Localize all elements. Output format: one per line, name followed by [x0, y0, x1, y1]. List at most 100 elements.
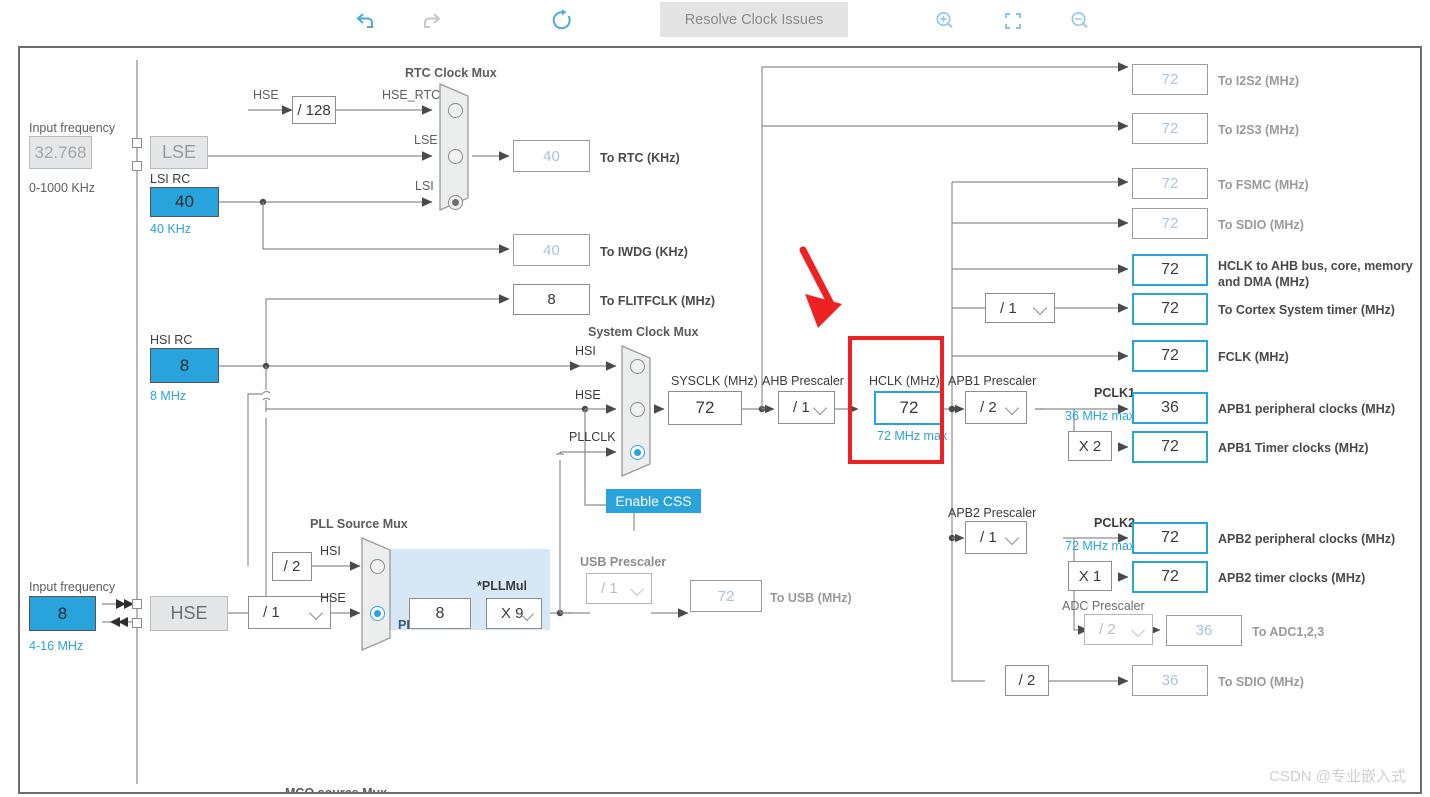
output-to-sdio-bottom-label: To SDIO (MHz) [1218, 675, 1304, 689]
redo-button[interactable] [415, 4, 449, 38]
output-to-iwdg-field[interactable]: 40 [513, 234, 590, 266]
rtc-mux-option-lse[interactable] [448, 149, 463, 164]
pll-input-value: 8 [435, 604, 445, 622]
rtc-lsi-label: LSI [415, 179, 434, 193]
hsi-unit-label: 8 MHz [150, 389, 187, 403]
usb-prescaler-select[interactable]: / 1 [586, 573, 652, 604]
output-to-adc-value: 36 [1195, 622, 1213, 639]
adc-prescaler-select[interactable]: / 2 [1084, 614, 1153, 645]
ahb-prescaler-title: AHB Prescaler [762, 374, 844, 388]
output-fclk-value: 72 [1161, 347, 1179, 364]
output-to-sdio-bottom-field[interactable]: 36 [1132, 665, 1208, 696]
reset-button[interactable] [545, 4, 579, 38]
hsi-value-field[interactable]: 8 [150, 348, 219, 383]
system-mux-option-pllclk[interactable] [630, 445, 645, 460]
output-apb2-timer-field[interactable]: 72 [1132, 561, 1208, 593]
ahb-prescaler-select[interactable]: / 1 [778, 391, 835, 424]
pll-mux-hse-label: HSE [320, 591, 346, 605]
zoom-out-button[interactable] [1063, 4, 1097, 38]
output-apb2-peripheral-field[interactable]: 72 [1132, 522, 1208, 554]
output-hclk-ahb-value: 72 [1161, 261, 1179, 278]
output-to-fsmc-field[interactable]: 72 [1132, 168, 1208, 199]
lsi-value: 40 [175, 192, 194, 211]
apb1-prescaler-select[interactable]: / 2 [965, 391, 1027, 424]
hse-block-label: HSE [170, 603, 208, 623]
output-to-iwdg-label: To IWDG (KHz) [600, 245, 688, 259]
pll-input-field[interactable]: 8 [409, 598, 471, 629]
apb1-prescaler-value: / 2 [980, 399, 997, 416]
pll-hsi-divider: / 2 [272, 552, 312, 581]
lse-block-label: LSE [161, 142, 197, 162]
rtc-lse-label: LSE [414, 133, 438, 147]
hse-input-frequency-field[interactable]: 8 [29, 596, 96, 631]
undo-button[interactable] [348, 4, 382, 38]
lse-pin-top[interactable] [132, 138, 142, 148]
output-apb1-peripheral-value: 36 [1161, 399, 1179, 416]
output-to-rtc-field[interactable]: 40 [513, 140, 590, 172]
watermark-text: CSDN @专业嵌入式 [1269, 768, 1406, 785]
output-to-flitfclk-field[interactable]: 8 [513, 284, 590, 315]
output-to-adc-field[interactable]: 36 [1166, 615, 1242, 646]
apb2-prescaler-value: / 1 [980, 529, 997, 546]
output-cortex-systimer-value: 72 [1161, 300, 1179, 317]
rtc-mux-option-lsi[interactable] [448, 195, 463, 210]
apb1-max-label: 36 MHz max [1065, 409, 1136, 423]
lse-range-label: 0-1000 KHz [29, 181, 96, 195]
hse-block[interactable]: HSE [150, 596, 228, 631]
apb2-prescaler-select[interactable]: / 1 [965, 521, 1027, 554]
hse-pin-bottom[interactable] [132, 618, 142, 628]
apb1-timer-multiplier-value: X 2 [1078, 437, 1102, 455]
pllmul-select[interactable]: X 9 [486, 598, 542, 629]
lsi-value-field[interactable]: 40 [150, 187, 219, 217]
chevron-down-icon [1032, 300, 1048, 316]
lsi-unit-label: 40 KHz [150, 222, 191, 236]
pll-hsi-divider-value: / 2 [283, 558, 301, 575]
output-to-i2s2-field[interactable]: 72 [1132, 64, 1208, 95]
lse-block[interactable]: LSE [150, 136, 208, 169]
output-apb1-timer-label: APB1 Timer clocks (MHz) [1218, 441, 1369, 455]
sysclk-title: SYSCLK (MHz) [671, 374, 758, 388]
output-fclk-field[interactable]: 72 [1132, 340, 1208, 372]
lse-pin-bottom[interactable] [132, 161, 142, 171]
adc-prescaler-title: ADC Prescaler [1062, 599, 1145, 613]
lse-input-frequency-field[interactable]: 32.768 [29, 136, 92, 169]
output-to-i2s3-value: 72 [1161, 120, 1179, 137]
fit-to-screen-button[interactable] [996, 4, 1030, 38]
sdio-bottom-divider-value: / 2 [1018, 672, 1036, 689]
zoom-out-icon [1071, 12, 1088, 29]
enable-css-button[interactable]: Enable CSS [606, 489, 701, 513]
pll-mux-option-hse[interactable] [370, 606, 385, 621]
reset-icon [552, 9, 571, 30]
output-apb1-peripheral-label: APB1 peripheral clocks (MHz) [1218, 402, 1396, 416]
output-to-flitfclk-value: 8 [547, 291, 556, 308]
resolve-clock-issues-button[interactable]: Resolve Clock Issues [660, 2, 848, 37]
hse-pin-top[interactable] [132, 599, 142, 609]
chevron-down-icon [1130, 622, 1146, 637]
rtc-clock-mux[interactable] [438, 82, 478, 212]
clock-configuration-canvas[interactable]: Input frequency 32.768 0-1000 KHz LSE LS… [18, 46, 1422, 794]
output-apb1-peripheral-field[interactable]: 36 [1132, 392, 1208, 424]
output-apb2-peripheral-value: 72 [1161, 529, 1179, 546]
rtc-mux-option-hse-rtc[interactable] [448, 103, 463, 118]
output-to-usb-field[interactable]: 72 [690, 580, 762, 612]
output-hclk-ahb-field[interactable]: 72 [1132, 254, 1208, 286]
hse-rtc-divider-value: / 128 [297, 101, 331, 119]
output-to-sdio-bottom-value: 36 [1161, 672, 1179, 689]
lse-input-frequency-label: Input frequency [29, 121, 116, 135]
system-mux-option-hsi[interactable] [630, 359, 645, 374]
lsi-title: LSI RC [150, 172, 191, 186]
zoom-in-button[interactable] [928, 4, 962, 38]
output-fclk-label: FCLK (MHz) [1218, 350, 1289, 364]
system-mux-option-hse[interactable] [630, 402, 645, 417]
output-cortex-systimer-field[interactable]: 72 [1132, 293, 1208, 325]
hclk-field[interactable]: 72 [874, 391, 944, 425]
sysclk-field[interactable]: 72 [668, 391, 742, 425]
output-apb2-peripheral-label: APB2 peripheral clocks (MHz) [1218, 532, 1396, 546]
output-to-sdio-field[interactable]: 72 [1132, 208, 1208, 239]
cortex-systimer-prescaler-select[interactable]: / 1 [985, 293, 1055, 323]
output-to-i2s3-field[interactable]: 72 [1132, 113, 1208, 144]
output-apb1-timer-field[interactable]: 72 [1132, 431, 1208, 463]
pll-mux-option-hsi[interactable] [370, 559, 385, 574]
hse-divider-select[interactable]: / 1 [248, 596, 331, 629]
pll-source-mux[interactable] [360, 536, 402, 652]
